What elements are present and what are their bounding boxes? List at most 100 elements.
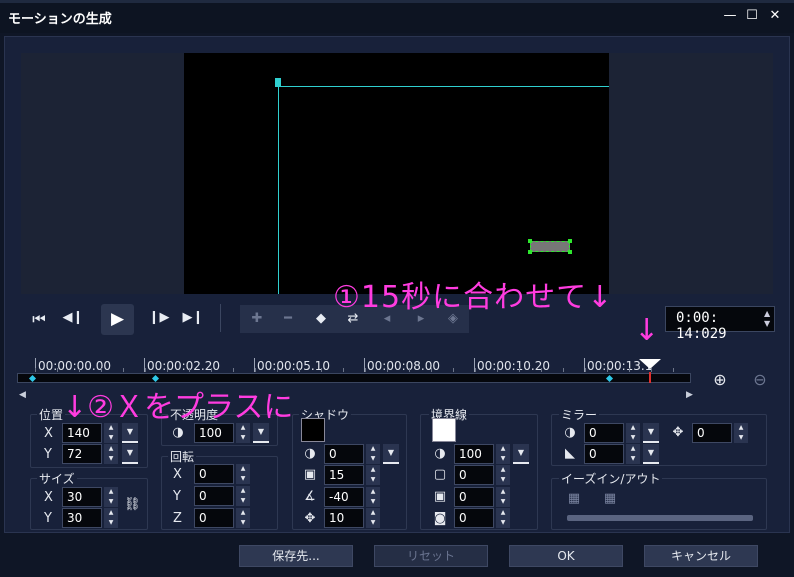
toolbar-separator [220,304,221,332]
motion-guide-horizontal [278,86,609,87]
ruler-minor-tick [211,368,212,372]
step-forward-icon[interactable]: ❙▶ [146,310,172,325]
border-fill-spinner[interactable]: ▲ ▼ [496,508,510,528]
cancel-button[interactable]: キャンセル [644,545,758,567]
shadow-distance-input[interactable]: 10 [324,508,364,528]
border-blur-spinner[interactable]: ▲ ▼ [496,487,510,507]
shadow-opacity-spinner[interactable]: ▲ ▼ [366,444,380,464]
reverse-path-icon[interactable]: ◆ [308,309,334,329]
ruler-minor-tick [167,368,168,372]
position-x-input[interactable]: 140 [62,423,102,443]
zoom-out-icon[interactable]: ⊖ [749,370,771,390]
rotation-x-input[interactable]: 0 [194,464,234,484]
scroll-right-icon[interactable]: ▶ [686,390,693,400]
size-y-spinner[interactable]: ▲ ▼ [104,508,118,528]
shadow-angle-input[interactable]: -40 [324,487,364,507]
shadow-angle-icon: ∡ [304,489,316,504]
playhead [649,372,651,383]
mirror-opacity-dropdown[interactable]: ▼ [643,423,659,443]
preview-canvas[interactable] [184,53,609,294]
ruler-minor-tick [651,368,652,372]
ruler-minor-tick [255,368,256,372]
ease-label: イーズイン/アウト [559,470,663,487]
scroll-left-icon[interactable]: ◀ [19,390,26,400]
size-y-input[interactable]: 30 [62,508,102,528]
mirror-distance-input[interactable]: 0 [692,423,732,443]
shadow-opacity-dropdown[interactable]: ▼ [383,444,399,464]
mirror-opacity-spinner[interactable]: ▲ ▼ [626,423,640,443]
timecode-spinner[interactable]: ▲ ▼ [764,309,770,329]
ruler-minor-tick [35,368,36,372]
mirror-offset-dropdown[interactable]: ▼ [643,444,659,464]
rotation-z-spinner[interactable]: ▲ ▼ [236,508,250,528]
border-opacity-dropdown[interactable]: ▼ [513,444,529,464]
rotation-x-label: X [173,467,182,482]
step-back-icon[interactable]: ◀❙ [60,310,86,325]
timecode-field[interactable]: 0:00: 14:029 [665,306,775,342]
ruler-minor-tick [475,368,476,372]
shadow-opacity-input[interactable]: 0 [324,444,364,464]
border-color-swatch[interactable] [432,418,456,442]
mirror-offset-spinner[interactable]: ▲ ▼ [626,444,640,464]
annotation-step1: ①15秒に合わせて↓ [333,280,614,315]
shadow-blur-input[interactable]: 15 [324,465,364,485]
ruler-label: 00:00:02.20 [147,359,220,373]
ease-out-icon[interactable]: ▦ [602,491,618,507]
border-opacity-input[interactable]: 100 [454,444,494,464]
ok-button[interactable]: OK [509,545,623,567]
link-icon[interactable]: ⛓ [124,497,141,513]
border-opacity-spinner[interactable]: ▲ ▼ [496,444,510,464]
ruler-minor-tick [563,368,564,372]
rotation-x-spinner[interactable]: ▲ ▼ [236,464,250,484]
add-keyframe-icon[interactable]: ✚ [244,309,270,329]
ruler-minor-tick [277,368,278,372]
shadow-distance-spinner[interactable]: ▲ ▼ [366,508,380,528]
size-x-input[interactable]: 30 [62,487,102,507]
rotation-y-input[interactable]: 0 [194,486,234,506]
border-width-spinner[interactable]: ▲ ▼ [496,465,510,485]
mirror-offset-input[interactable]: 0 [584,444,624,464]
ruler-minor-tick [519,368,520,372]
go-to-start-icon[interactable]: ⏮ [28,310,50,328]
rotation-label: 回転 [168,448,197,465]
opacity-dropdown[interactable]: ▼ [253,423,269,443]
zoom-in-icon[interactable]: ⊕ [709,370,731,390]
motion-object[interactable] [528,239,572,254]
maximize-icon[interactable]: ☐ [744,8,760,24]
shadow-angle-spinner[interactable]: ▲ ▼ [366,487,380,507]
ruler-minor-tick [123,368,124,372]
position-y-input[interactable]: 72 [62,444,102,464]
play-button[interactable]: ▶ [101,304,134,335]
ruler-minor-tick [673,368,674,372]
reset-button[interactable]: リセット [374,545,488,567]
shadow-blur-spinner[interactable]: ▲ ▼ [366,465,380,485]
position-y-spinner[interactable]: ▲ ▼ [104,444,118,464]
position-x-spinner[interactable]: ▲ ▼ [104,423,118,443]
opacity-input[interactable]: 100 [194,423,234,443]
border-blur-input[interactable]: 0 [454,487,494,507]
position-x-dropdown[interactable]: ▼ [122,423,138,443]
ruler-minor-tick [79,368,80,372]
size-y-label: Y [44,511,52,526]
go-to-end-icon[interactable]: ▶❙ [180,310,206,325]
opacity-spinner[interactable]: ▲ ▼ [236,423,250,443]
mirror-distance-spinner[interactable]: ▲ ▼ [734,423,748,443]
close-icon[interactable]: ✕ [767,8,783,24]
ease-in-icon[interactable]: ▦ [566,491,582,507]
mirror-opacity-input[interactable]: 0 [584,423,624,443]
rotation-y-spinner[interactable]: ▲ ▼ [236,486,250,506]
position-y-dropdown[interactable]: ▼ [122,444,138,464]
save-to-button[interactable]: 保存先... [239,545,353,567]
size-x-spinner[interactable]: ▲ ▼ [104,487,118,507]
window-title: モーションの生成 [8,12,112,27]
ruler-minor-tick [453,368,454,372]
rotation-z-input[interactable]: 0 [194,508,234,528]
ruler-minor-tick [233,368,234,372]
remove-keyframe-icon[interactable]: ━ [275,309,301,329]
border-width-input[interactable]: 0 [454,465,494,485]
border-fill-input[interactable]: 0 [454,508,494,528]
ease-slider[interactable] [567,515,753,521]
shadow-color-swatch[interactable] [301,418,325,442]
minimize-icon[interactable]: — [722,8,738,24]
anchor-handle[interactable] [275,78,281,87]
